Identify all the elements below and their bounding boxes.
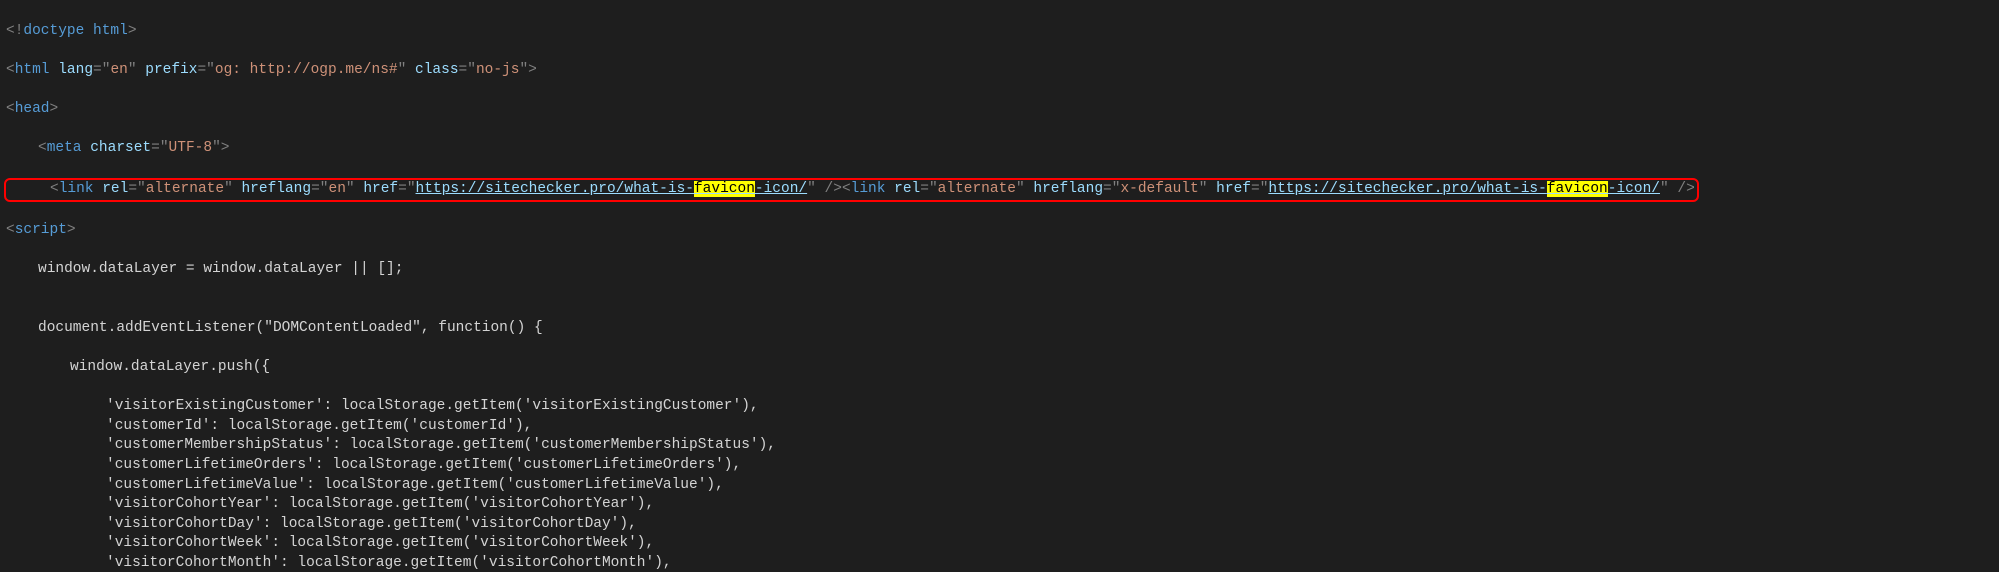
punct: < — [6, 101, 15, 117]
code-line: <head> — [6, 100, 1999, 120]
self-close: /> — [1669, 181, 1695, 197]
attr-name: prefix — [145, 62, 197, 78]
attr-value: x-default — [1120, 181, 1198, 197]
push-items-block: 'visitorExistingCustomer': localStorage.… — [6, 397, 1999, 572]
attr-name: rel — [102, 181, 128, 197]
punct: > — [221, 140, 230, 156]
self-close: /> — [816, 181, 842, 197]
attr-name: charset — [90, 140, 151, 156]
code-line: 'customerLifetimeOrders': localStorage.g… — [6, 456, 1999, 476]
tag: html — [15, 62, 50, 78]
attr-value: en — [329, 181, 346, 197]
code-line: 'visitorCohortYear': localStorage.getIte… — [6, 495, 1999, 515]
url-link[interactable]: https://sitechecker.pro/what-is-favicon-… — [1268, 181, 1660, 197]
tag: link — [851, 181, 886, 197]
highlight-box: <link rel="alternate" hreflang="en" href… — [4, 178, 1699, 202]
tag: link — [59, 181, 94, 197]
search-highlight: favicon — [694, 181, 755, 197]
code-line: 'customerMembershipStatus': localStorage… — [6, 436, 1999, 456]
punct: < — [50, 181, 59, 197]
code-viewer[interactable]: <!doctype html> <html lang="en" prefix="… — [0, 0, 1999, 572]
tag: doctype html — [23, 23, 127, 39]
attr-name: href — [1216, 181, 1251, 197]
code-line: 'visitorExistingCustomer': localStorage.… — [6, 397, 1999, 417]
code-line: <meta charset="UTF-8"> — [6, 139, 1999, 159]
punct: < — [842, 181, 851, 197]
search-highlight: favicon — [1547, 181, 1608, 197]
attr-value: alternate — [938, 181, 1016, 197]
punct: < — [6, 222, 15, 238]
code-line: <html lang="en" prefix="og: http://ogp.m… — [6, 61, 1999, 81]
attr-value: og: http://ogp.me/ns# — [215, 62, 398, 78]
code-line: <script> — [6, 221, 1999, 241]
attr-value: alternate — [146, 181, 224, 197]
url-link[interactable]: https://sitechecker.pro/what-is-favicon-… — [416, 181, 808, 197]
highlighted-line: <link rel="alternate" hreflang="en" href… — [6, 178, 1999, 202]
attr-name: class — [415, 62, 459, 78]
attr-name: href — [363, 181, 398, 197]
attr-name: rel — [894, 181, 920, 197]
punct: > — [528, 62, 537, 78]
code-line: document.addEventListener("DOMContentLoa… — [6, 319, 1999, 339]
code-line: 'customerLifetimeValue': localStorage.ge… — [6, 476, 1999, 496]
punct: > — [128, 23, 137, 39]
code-line: <!doctype html> — [6, 22, 1999, 42]
code-line: 'visitorCohortWeek': localStorage.getIte… — [6, 534, 1999, 554]
attr-value: UTF-8 — [169, 140, 213, 156]
attr-value: en — [110, 62, 127, 78]
attr-name: lang — [58, 62, 93, 78]
attr-name: hreflang — [1033, 181, 1103, 197]
code-line: window.dataLayer = window.dataLayer || [… — [6, 260, 1999, 280]
punct: > — [50, 101, 59, 117]
punct: > — [67, 222, 76, 238]
code-line: 'visitorCohortDay': localStorage.getItem… — [6, 515, 1999, 535]
code-line: window.dataLayer.push({ — [6, 358, 1999, 378]
code-line: 'visitorCohortMonth': localStorage.getIt… — [6, 554, 1999, 572]
punct: < — [6, 23, 15, 39]
code-line: 'customerId': localStorage.getItem('cust… — [6, 417, 1999, 437]
tag: head — [15, 101, 50, 117]
tag: meta — [47, 140, 82, 156]
punct: < — [6, 62, 15, 78]
attr-value: no-js — [476, 62, 520, 78]
punct: < — [38, 140, 47, 156]
tag: script — [15, 222, 67, 238]
attr-name: hreflang — [241, 181, 311, 197]
